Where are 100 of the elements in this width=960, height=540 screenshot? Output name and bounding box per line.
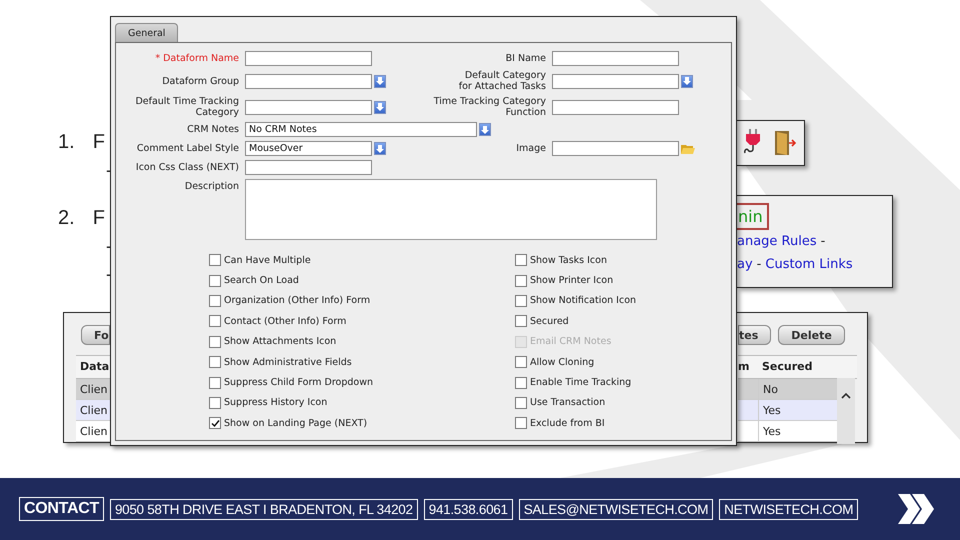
checkbox[interactable] [209, 336, 221, 348]
checkbox[interactable] [515, 274, 527, 287]
checkbox-label: Organization (Other Info) Form [224, 295, 370, 306]
dropdown-field[interactable]: MouseOver [245, 141, 372, 156]
link[interactable]: Custom Links [765, 254, 853, 276]
text-field[interactable] [245, 51, 372, 66]
field-label: Default Time Tracking Category [134, 96, 240, 118]
field-label: Description [184, 180, 240, 192]
separator: - [756, 256, 762, 274]
door-icon[interactable] [773, 129, 797, 157]
checkbox[interactable] [209, 274, 221, 287]
checkbox-label: Suppress History Icon [224, 397, 328, 408]
dropdown-arrow-icon [376, 103, 384, 111]
table-cell: No [758, 379, 838, 400]
dropdown-button[interactable] [374, 142, 386, 155]
table-cell: Yes [758, 421, 838, 442]
dropdown-button[interactable] [681, 74, 693, 88]
table-cell [738, 379, 758, 400]
contact-item: NETWISETECH.COM [719, 498, 858, 520]
checkbox[interactable] [209, 396, 221, 409]
field-label: Comment Label Style [136, 143, 240, 154]
dropdown-arrow-icon [683, 77, 691, 85]
table-cell: Yes [758, 400, 838, 421]
tab[interactable]: General [115, 23, 178, 42]
separator: - [820, 233, 826, 251]
checkbox-label: Show Tasks Icon [530, 254, 607, 266]
field-label: * Dataform Name [154, 53, 240, 64]
checkbox[interactable] [515, 396, 527, 409]
column-header[interactable]: Secured [758, 356, 812, 378]
table-cell: Clien [76, 400, 111, 421]
checkbox[interactable] [209, 254, 221, 266]
checkbox[interactable] [209, 417, 221, 430]
image-field[interactable] [552, 141, 679, 156]
checkbox-label: Secured [530, 316, 569, 327]
column-header[interactable]: m [738, 356, 758, 378]
checkbox[interactable] [209, 315, 221, 328]
text-field[interactable] [245, 160, 372, 175]
field-label: Time Tracking Category Function [432, 96, 547, 118]
checkbox[interactable] [515, 294, 527, 307]
chevron-logo-icon [898, 494, 936, 524]
checkbox[interactable] [515, 315, 527, 328]
grid-button[interactable]: Delete [778, 325, 845, 345]
checkbox[interactable] [209, 376, 221, 389]
table-cell [738, 400, 758, 421]
checkbox[interactable] [209, 356, 221, 368]
checkbox-label: Use Transaction [530, 397, 606, 408]
field-label: Default Category for Attached Tasks [458, 70, 547, 92]
column-header[interactable]: Data [76, 356, 110, 378]
text-field[interactable] [552, 100, 679, 114]
table-cell: Clien [76, 421, 111, 442]
dropdown-field[interactable] [245, 74, 372, 88]
dropdown-button[interactable] [374, 74, 386, 88]
dropdown-field[interactable]: No CRM Notes [245, 122, 477, 137]
checkbox-label: Show on Landing Page (NEXT) [224, 418, 368, 429]
field-label: Dataform Group [161, 76, 240, 86]
dropdown-arrow-icon [481, 126, 489, 134]
link[interactable]: ay [737, 254, 753, 276]
dropdown-arrow-icon [376, 77, 384, 85]
table-cell [738, 421, 758, 442]
list-text: F [92, 130, 105, 155]
dropdown-button[interactable] [374, 100, 386, 114]
dropdown-field[interactable] [245, 100, 372, 114]
checkbox-label: Can Have Multiple [224, 254, 311, 266]
checkbox[interactable] [515, 254, 527, 266]
checkbox-label: Contact (Other Info) Form [224, 316, 346, 327]
field-label: CRM Notes [186, 124, 240, 135]
link[interactable]: anage Rules [737, 231, 817, 253]
checkbox[interactable] [515, 417, 527, 430]
table-cell: Clien [76, 379, 111, 400]
checkbox-label: Show Attachments Icon [224, 336, 336, 348]
description-field[interactable] [245, 179, 657, 240]
dropdown-arrow-icon [376, 144, 384, 152]
checkbox-label: Search On Load [224, 275, 299, 286]
field-label: Image [515, 143, 547, 154]
list-text: F [92, 206, 105, 231]
scrollbar[interactable] [837, 378, 855, 444]
text-field[interactable] [552, 51, 679, 66]
dropdown-field[interactable] [552, 74, 679, 88]
dropdown-button[interactable] [479, 123, 491, 136]
grid-button[interactable]: Fo [81, 325, 110, 345]
checkbox[interactable] [515, 356, 527, 368]
checkbox-label: Allow Cloning [530, 356, 594, 368]
checkbox[interactable] [515, 376, 527, 389]
checkbox-label: Exclude from BI [530, 418, 605, 429]
scroll-up-icon[interactable] [841, 392, 851, 399]
grid-button[interactable]: tes [738, 325, 772, 345]
checkbox-label: Suppress Child Form Dropdown [224, 377, 373, 388]
contact-item: 941.538.6061 [424, 498, 513, 520]
checkbox-label: Show Printer Icon [530, 275, 614, 286]
checkbox-label: Show Administrative Fields [224, 356, 352, 368]
contact-item: 9050 58TH DRIVE EAST I BRADENTON, FL 34202 [110, 498, 418, 520]
list-number: 2. [58, 206, 75, 231]
checkbox[interactable] [209, 294, 221, 307]
contact-item: SALES@NETWISETECH.COM [518, 498, 714, 520]
checkbox-label: Enable Time Tracking [530, 377, 632, 388]
field-label: Icon Css Class (NEXT) [134, 162, 240, 173]
contact-heading: CONTACT [19, 497, 104, 521]
checkbox-label: Email CRM Notes [530, 336, 612, 348]
field-label: BI Name [504, 53, 547, 64]
list-number: 1. [58, 130, 75, 155]
